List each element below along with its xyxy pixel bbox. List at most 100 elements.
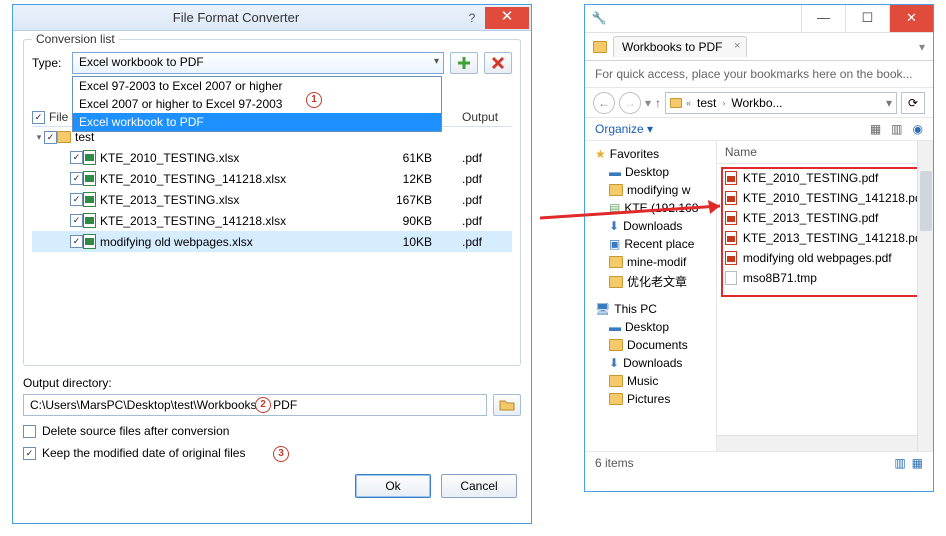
vertical-scrollbar[interactable] xyxy=(917,141,933,451)
status-bar: 6 items ▥ ▦ xyxy=(585,451,933,474)
checkbox[interactable] xyxy=(23,425,36,438)
nav-this-pc[interactable]: 🖥This PC xyxy=(587,300,714,318)
select-all-checkbox[interactable] xyxy=(32,111,45,124)
type-combo[interactable]: Excel workbook to PDF ▾ xyxy=(72,52,444,74)
type-option[interactable]: Excel 97-2003 to Excel 2007 or higher xyxy=(73,77,441,95)
drive-icon: ▤ xyxy=(609,201,620,215)
add-button[interactable] xyxy=(450,52,478,74)
pdf-icon xyxy=(725,191,737,205)
refresh-button[interactable]: ⟳ xyxy=(901,92,925,114)
explorer-titlebar: 🔧 — ☐ ✕ xyxy=(585,5,933,33)
folder-icon xyxy=(593,41,607,53)
item-count: 6 items xyxy=(595,456,634,470)
file-name: KTE_2010_TESTING_141218.xlsx xyxy=(100,172,372,186)
nav-favorites[interactable]: ★Favorites xyxy=(587,145,714,163)
help-button[interactable]: ? xyxy=(459,11,485,25)
help-icon[interactable]: ◉ xyxy=(913,122,923,136)
keep-date-row[interactable]: Keep the modified date of original files… xyxy=(23,446,521,460)
download-icon: ⬇ xyxy=(609,356,619,370)
nav-item[interactable]: ▤KTE (192.168 xyxy=(587,199,714,217)
nav-item[interactable]: ▬Desktop xyxy=(587,163,714,181)
close-button[interactable]: ✕ xyxy=(889,5,933,32)
pdf-icon xyxy=(725,251,737,265)
folder-label: test xyxy=(75,130,94,144)
type-dropdown[interactable]: Excel 97-2003 to Excel 2007 or higher Ex… xyxy=(72,76,442,132)
badge-2: 2 xyxy=(255,397,271,413)
nav-item[interactable]: Documents xyxy=(587,336,714,354)
checkbox[interactable] xyxy=(70,151,83,164)
pc-icon: 🖥 xyxy=(595,302,610,316)
file-size: 10KB xyxy=(372,235,462,249)
icons-view-icon[interactable]: ▦ xyxy=(912,456,923,470)
excel-icon xyxy=(83,213,96,228)
table-row[interactable]: modifying old webpages.xlsx 10KB .pdf xyxy=(32,231,512,252)
recent-dropdown-icon[interactable]: ▾ xyxy=(645,96,651,110)
pdf-icon xyxy=(725,171,737,185)
details-view-icon[interactable]: ▥ xyxy=(894,456,905,470)
folder-icon xyxy=(609,339,623,351)
nav-item[interactable]: ▣Recent place xyxy=(587,235,714,253)
collapse-icon[interactable]: ▾ xyxy=(34,132,44,143)
folder-icon xyxy=(57,131,71,143)
nav-item[interactable]: modifying w xyxy=(587,181,714,199)
table-row[interactable]: KTE_2010_TESTING.xlsx 61KB .pdf xyxy=(32,147,512,168)
file-name: KTE_2010_TESTING.xlsx xyxy=(100,151,372,165)
up-button[interactable]: ↑ xyxy=(655,96,661,110)
maximize-button[interactable]: ☐ xyxy=(845,5,889,32)
type-combo-value: Excel workbook to PDF xyxy=(79,55,204,69)
preview-pane-icon[interactable]: ▥ xyxy=(891,122,902,136)
checkbox[interactable] xyxy=(23,447,36,460)
address-bar-row: ← → ▾ ↑ « test › Workbo... ▾ ⟳ xyxy=(585,88,933,118)
type-option[interactable]: Excel 2007 or higher to Excel 97-2003 xyxy=(73,95,441,113)
scrollbar-thumb[interactable] xyxy=(920,171,932,231)
checkbox[interactable] xyxy=(70,193,83,206)
table-row[interactable]: KTE_2013_TESTING_141218.xlsx 90KB .pdf xyxy=(32,210,512,231)
recent-icon: ▣ xyxy=(609,237,620,251)
checkbox[interactable] xyxy=(70,235,83,248)
folder-open-icon xyxy=(499,399,515,411)
remove-button[interactable] xyxy=(484,52,512,74)
chevron-down-icon[interactable]: ▾ xyxy=(919,40,933,54)
nav-item[interactable]: mine-modif xyxy=(587,253,714,271)
checkbox[interactable] xyxy=(44,131,57,144)
nav-item[interactable]: ⬇Downloads xyxy=(587,354,714,372)
nav-item[interactable]: 优化老文章 xyxy=(587,271,714,292)
minimize-button[interactable]: — xyxy=(801,5,845,32)
file-size: 12KB xyxy=(372,172,462,186)
col-output: Output xyxy=(462,110,512,124)
column-header-name[interactable]: Name xyxy=(717,141,933,164)
file-out: .pdf xyxy=(462,172,512,186)
back-button[interactable]: ← xyxy=(593,92,615,114)
type-option-selected[interactable]: Excel workbook to PDF xyxy=(73,113,441,131)
wrench-icon[interactable]: 🔧 xyxy=(585,5,613,32)
explorer-window: 🔧 — ☐ ✕ Workbooks to PDF × ▾ For quick a… xyxy=(584,4,934,492)
tab[interactable]: Workbooks to PDF × xyxy=(613,36,747,57)
breadcrumb[interactable]: Workbo... xyxy=(729,96,784,110)
nav-item[interactable]: Pictures xyxy=(587,390,714,408)
nav-item[interactable]: Music xyxy=(587,372,714,390)
view-icon[interactable]: ▦ xyxy=(870,122,881,136)
table-row[interactable]: KTE_2013_TESTING.xlsx 167KB .pdf xyxy=(32,189,512,210)
table-row[interactable]: KTE_2010_TESTING_141218.xlsx 12KB .pdf xyxy=(32,168,512,189)
organize-menu[interactable]: Organize ▾ xyxy=(595,122,653,136)
cancel-button[interactable]: Cancel xyxy=(441,474,517,498)
checkbox[interactable] xyxy=(70,172,83,185)
group-legend: Conversion list xyxy=(32,32,119,46)
close-button[interactable]: ✕ xyxy=(485,7,529,29)
checkbox[interactable] xyxy=(70,214,83,227)
chevron-right-icon: › xyxy=(722,98,725,108)
nav-item[interactable]: ▬Desktop xyxy=(587,318,714,336)
close-tab-icon[interactable]: × xyxy=(734,40,740,52)
breadcrumb[interactable]: test xyxy=(695,96,718,110)
excel-icon xyxy=(83,192,96,207)
chevron-down-icon[interactable]: ▾ xyxy=(886,96,892,110)
delete-source-row[interactable]: Delete source files after conversion xyxy=(23,424,521,438)
window-title: File Format Converter xyxy=(13,10,459,25)
nav-item[interactable]: ⬇Downloads xyxy=(587,217,714,235)
ok-button[interactable]: Ok xyxy=(355,474,431,498)
address-bar[interactable]: « test › Workbo... ▾ xyxy=(665,92,897,114)
browse-button[interactable] xyxy=(493,394,521,416)
forward-button[interactable]: → xyxy=(619,92,641,114)
badge-3: 3 xyxy=(273,446,289,462)
horizontal-scrollbar[interactable] xyxy=(717,435,917,451)
